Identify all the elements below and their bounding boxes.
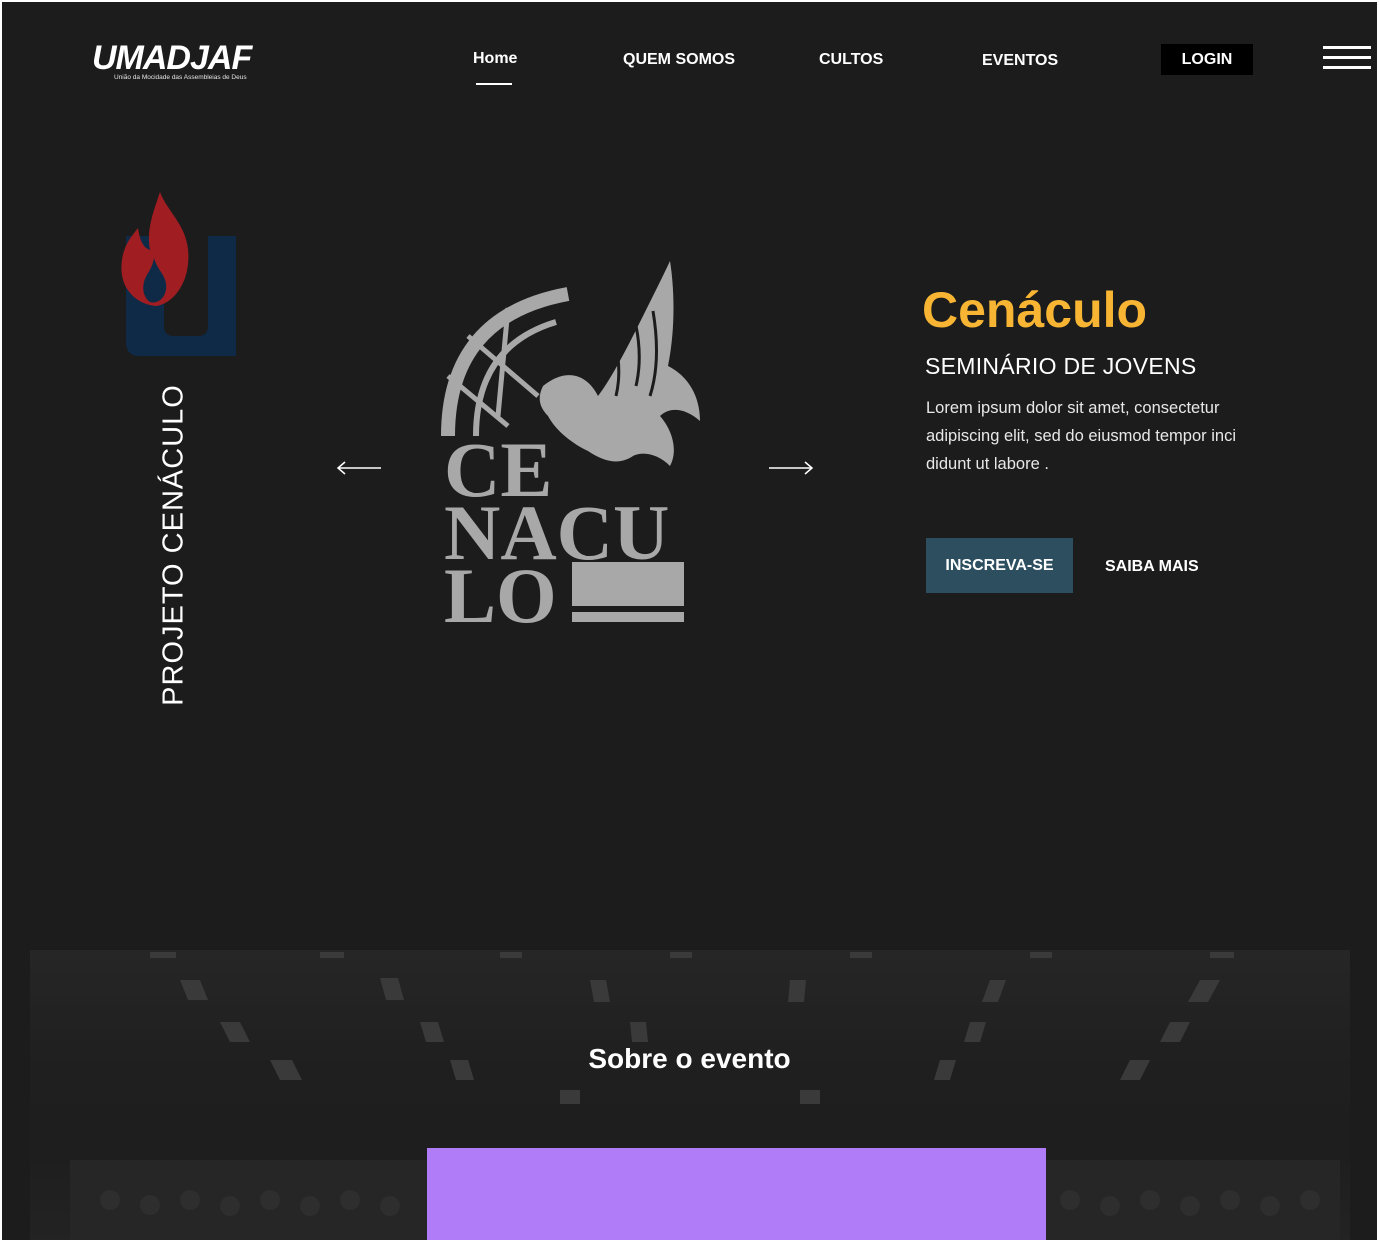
page-frame [0, 0, 1379, 1242]
